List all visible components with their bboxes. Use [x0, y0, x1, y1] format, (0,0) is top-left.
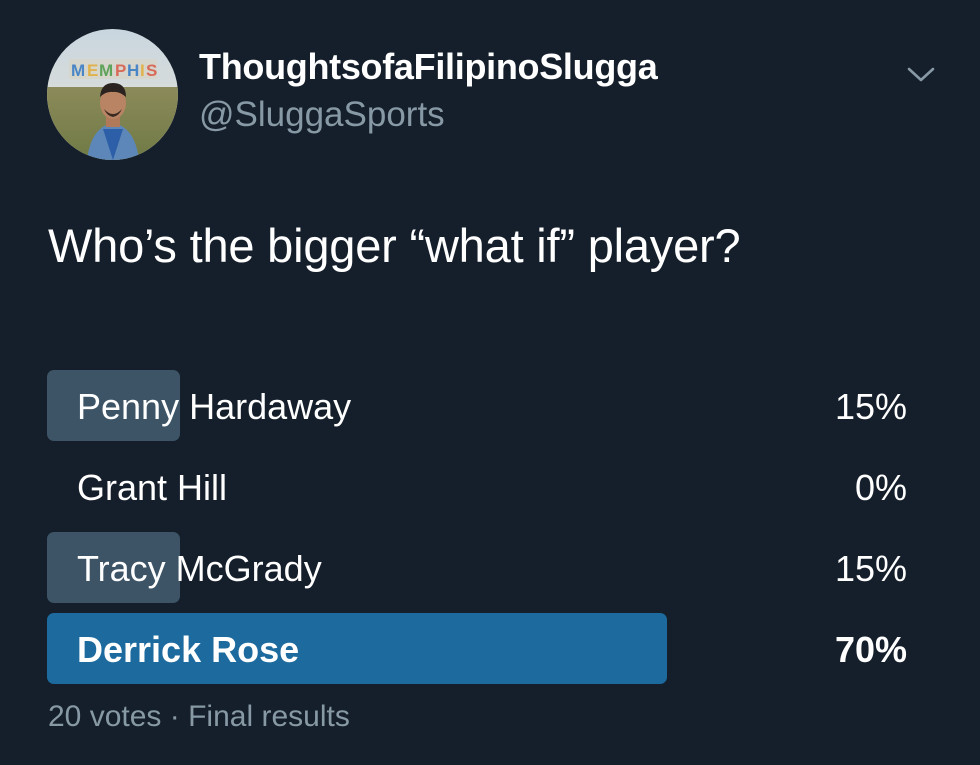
svg-text:P: P — [115, 61, 126, 80]
author-handle[interactable]: @SluggaSports — [199, 95, 445, 135]
poll-status: Final results — [188, 700, 350, 733]
poll-option-percent: 70% — [834, 629, 907, 670]
avatar-photo: M E M P H I S — [47, 29, 178, 160]
separator-dot: · — [169, 700, 180, 733]
author-display-name[interactable]: ThoughtsofaFilipinoSlugga — [199, 46, 658, 88]
poll-option: Penny Hardaway 15% — [47, 370, 907, 441]
avatar[interactable]: M E M P H I S — [47, 29, 178, 160]
tweet-text: Who’s the bigger “what if” player? — [48, 219, 741, 272]
avatar-sign: M — [71, 61, 85, 80]
svg-text:H: H — [127, 61, 139, 80]
poll-results-meta: 20 votes · Final results — [48, 700, 350, 734]
chevron-down-icon[interactable] — [903, 60, 939, 88]
poll-option: Derrick Rose 70% — [47, 613, 907, 684]
poll-option-label: Penny Hardaway — [77, 386, 352, 427]
poll: Penny Hardaway 15% Grant Hill 0% Tracy M… — [47, 370, 907, 694]
poll-option: Tracy McGrady 15% — [47, 532, 907, 603]
svg-text:I: I — [140, 61, 145, 80]
svg-text:E: E — [87, 61, 98, 80]
poll-vote-count: 20 votes — [48, 700, 162, 733]
poll-option: Grant Hill 0% — [47, 451, 907, 522]
poll-option-label: Grant Hill — [77, 467, 228, 508]
poll-option-percent: 15% — [834, 386, 907, 427]
tweet-card: M E M P H I S ThoughtsofaFilipinoSlugga … — [0, 0, 980, 765]
svg-text:M: M — [99, 61, 113, 80]
poll-option-label: Tracy McGrady — [77, 548, 322, 589]
svg-text:S: S — [146, 61, 157, 80]
poll-option-percent: 0% — [854, 467, 907, 508]
poll-option-label: Derrick Rose — [77, 629, 300, 670]
poll-option-percent: 15% — [834, 548, 907, 589]
